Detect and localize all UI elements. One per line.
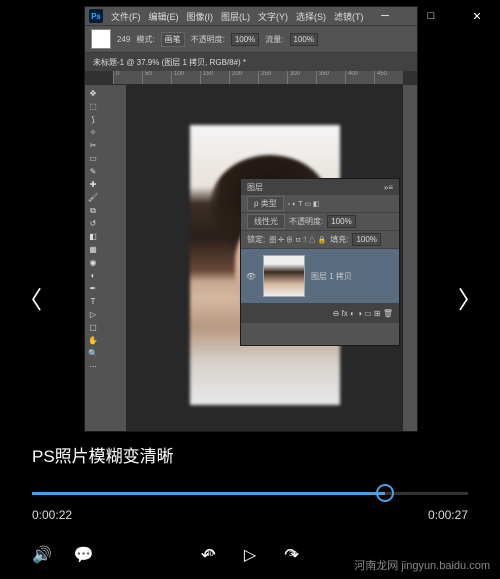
minimize-button[interactable]: ─ [362,0,408,32]
menu-layer[interactable]: 图层(L) [221,10,250,23]
crop-tool[interactable]: ✂ [87,139,99,152]
layer-opacity-value[interactable]: 100% [327,215,355,228]
edit-toolbar[interactable]: ⋯ [87,360,99,373]
layer-row[interactable]: 👁 图层 1 拷贝 [241,249,399,303]
fill-value[interactable]: 100% [352,233,380,246]
menu-type[interactable]: 文字(Y) [258,10,288,23]
video-caption: PS照片模糊变清晰 [32,442,174,467]
lasso-tool[interactable]: ⟆ [87,113,99,126]
flow-value[interactable]: 100% [290,33,318,46]
flow-label: 流量: [265,34,283,45]
lock-icons[interactable]: 图 ✢ ⊕ ㅁ ℐ △ 🔒 [269,235,326,245]
layers-footer: ⊖ fx ◐ ◑ ▭ ⊞ 🗑 [241,303,399,323]
eyedropper-tool[interactable]: ✎ [87,165,99,178]
opacity-value[interactable]: 100% [231,33,259,46]
zoom-tool[interactable]: 🔍 [87,347,99,360]
skip-back-button[interactable]: ↶30 [201,545,216,566]
layer-footer-icons[interactable]: ⊖ fx ◐ ◑ ▭ ⊞ 🗑 [333,309,393,318]
menu-image[interactable]: 图像(I) [187,10,214,23]
ruler-vertical [113,85,127,431]
panel-menu-icon[interactable]: »≡ [384,183,393,192]
hand-tool[interactable]: ✋ [87,334,99,347]
menu-edit[interactable]: 编辑(E) [149,10,179,23]
wand-tool[interactable]: ✧ [87,126,99,139]
prev-arrow[interactable]: 〈 [18,280,42,315]
current-time: 0:00:22 [32,508,72,522]
brush-preview[interactable] [91,29,111,49]
shape-tool[interactable]: ▢ [87,321,99,334]
layers-tab[interactable]: 图层 [247,182,263,193]
marquee-tool[interactable]: ⬚ [87,100,99,113]
menu-select[interactable]: 选择(S) [296,10,326,23]
subtitle-icon[interactable]: 💬 [74,545,94,565]
heal-tool[interactable]: ✚ [87,178,99,191]
pen-tool[interactable]: ✒ [87,282,99,295]
menu-file[interactable]: 文件(F) [111,10,141,23]
volume-icon[interactable]: 🔊 [32,545,52,565]
move-tool[interactable]: ✥ [87,87,99,100]
close-button[interactable]: ✕ [454,0,500,32]
visibility-icon[interactable]: 👁 [245,272,257,281]
layers-panel: 图层 »≡ ρ 类型 ▫ ◐ T ▭ ◧ 线性光 不透明度: 100% 锁定: … [240,178,400,346]
path-tool[interactable]: ▷ [87,308,99,321]
ruler-horizontal: 050100150200250300350400450 [113,71,403,85]
ps-logo: Ps [89,9,103,23]
mode-label: 模式: [136,34,154,45]
progress-thumb[interactable] [376,484,394,502]
stamp-tool[interactable]: ⧉ [87,204,99,217]
frame-tool[interactable]: ▭ [87,152,99,165]
right-dock [403,85,417,431]
tools-panel: ✥⬚ ⟆✧ ✂▭ ✎✚ 🖌⧉ ↺◧ ▦◉ ◐✒ T▷ ▢✋ 🔍⋯ [85,85,113,431]
maximize-button[interactable]: □ [408,0,454,32]
gradient-tool[interactable]: ▦ [87,243,99,256]
dodge-tool[interactable]: ◐ [87,269,99,282]
layer-opacity-label: 不透明度: [289,216,323,227]
document-tab[interactable]: 未标题-1 @ 37.9% (图层 1 拷贝, RGB/8#) * [85,53,417,71]
skip-forward-button[interactable]: ↷30 [284,545,299,566]
brush-tool[interactable]: 🖌 [87,191,99,204]
mode-select[interactable]: 画笔 [161,32,185,47]
blur-tool[interactable]: ◉ [87,256,99,269]
eraser-tool[interactable]: ◧ [87,230,99,243]
total-time: 0:00:27 [428,508,468,522]
layer-thumbnail[interactable] [263,255,305,297]
watermark: 河南龙网 jingyun.baidu.com [354,557,490,573]
brush-size: 249 [117,35,130,44]
opacity-label: 不透明度: [191,34,225,45]
type-tool[interactable]: T [87,295,99,308]
filter-icons[interactable]: ▫ ◐ T ▭ ◧ [288,200,320,208]
menu-filter[interactable]: 滤镜(T) [334,10,364,23]
fill-label: 填充: [330,234,348,245]
lock-label: 锁定: [247,234,265,245]
progress-bar[interactable] [32,492,468,495]
history-brush-tool[interactable]: ↺ [87,217,99,230]
play-button[interactable]: ▷ [244,545,256,565]
layer-kind-filter[interactable]: ρ 类型 [247,196,284,211]
next-arrow[interactable]: 〉 [458,280,482,315]
blend-mode-select[interactable]: 线性光 [247,214,285,229]
layer-name[interactable]: 图层 1 拷贝 [311,271,352,282]
